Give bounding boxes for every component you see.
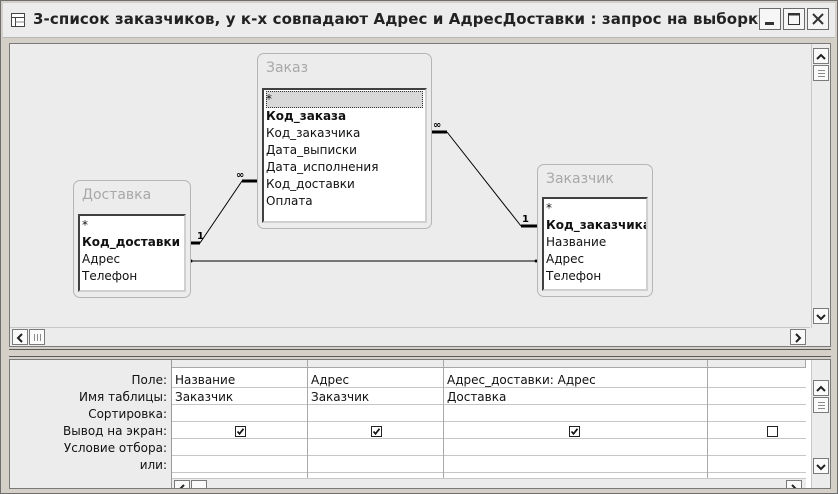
grid-col1-show-checkbox[interactable] [235, 426, 246, 437]
grid-horizontal-scrollbar[interactable] [172, 478, 806, 488]
grid-col2-sort[interactable] [308, 407, 442, 422]
checkmark-icon [236, 428, 245, 436]
maximize-button[interactable] [783, 8, 805, 30]
minimize-icon [765, 22, 774, 25]
checkmark-icon [570, 428, 579, 436]
field-zakaz-all[interactable]: * [266, 91, 423, 108]
field-zakaz-kod-dostavki[interactable]: Код_доставки [266, 176, 423, 193]
grid-horizontal-scroll-thumb[interactable] [191, 480, 207, 488]
grid-col2-table[interactable]: Заказчик [308, 390, 369, 404]
query-window: 3-список заказчиков, у к-х совпадают Адр… [0, 0, 838, 494]
grid-row-labels: Поле: Имя таблицы: Сортировка: Вывод на … [10, 360, 172, 488]
field-zakazchik-telefon[interactable]: Телефон [546, 268, 644, 285]
field-zakazchik-adres[interactable]: Адрес [546, 251, 644, 268]
close-icon [812, 13, 824, 25]
window-title: 3-список заказчиков, у к-х совпадают Адр… [33, 10, 769, 28]
grid-scroll-down-button[interactable] [813, 458, 829, 474]
pane-splitter[interactable] [9, 349, 831, 357]
join-one-label-2: 1 [522, 214, 529, 225]
grid-col3-table[interactable]: Доставка [444, 390, 506, 404]
query-icon [11, 12, 25, 27]
relationship-pane[interactable]: 1 ∞ ∞ 1 Заказ * Код_заказа Код_заказчика… [9, 43, 831, 347]
grid-col3-sort[interactable] [444, 407, 706, 422]
horizontal-scroll-thumb[interactable] [29, 329, 45, 345]
upper-vertical-scrollbar[interactable] [811, 44, 830, 328]
field-zakaz-oplata[interactable]: Оплата [266, 193, 423, 210]
column-selector-3[interactable] [444, 360, 708, 368]
grid-scroll-up-button[interactable] [813, 380, 829, 396]
maximize-icon [788, 13, 800, 25]
vertical-scroll-thumb[interactable] [813, 65, 829, 81]
row-label-criteria: Условие отбора: [63, 441, 167, 455]
arrow-up-icon [816, 53, 826, 60]
field-zakazchik-nazvanie[interactable]: Название [546, 234, 644, 251]
close-button[interactable] [807, 8, 829, 30]
arrow-left-icon [16, 333, 23, 343]
checkmark-icon [372, 428, 381, 436]
join-many-label: ∞ [236, 170, 244, 181]
grid-col4-table[interactable] [708, 390, 804, 405]
design-grid[interactable]: Поле: Имя таблицы: Сортировка: Вывод на … [9, 359, 831, 489]
join-line-zakaz-zakazchik[interactable] [446, 131, 522, 227]
table-zakazchik-title: Заказчик [546, 171, 614, 187]
grid-col3-show-checkbox[interactable] [569, 426, 580, 437]
scroll-left-button[interactable] [12, 329, 28, 345]
field-zakaz-kod-zakazchika[interactable]: Код_заказчика [266, 125, 423, 142]
column-selector-2[interactable] [308, 360, 444, 368]
row-label-or: или: [139, 458, 167, 472]
grid-col2-field[interactable]: Адрес [308, 373, 349, 387]
arrow-down-icon [816, 464, 826, 471]
table-zakaz-fields[interactable]: * Код_заказа Код_заказчика Дата_выписки … [262, 88, 427, 223]
grid-col1-table[interactable]: Заказчик [172, 390, 233, 404]
join-one-label: 1 [197, 231, 204, 242]
table-dostavka-fields[interactable]: * Код_доставки Адрес Телефон [78, 214, 186, 292]
arrow-left-icon [179, 484, 185, 488]
join-many-label-2: ∞ [433, 120, 441, 131]
field-dostavka-telefon[interactable]: Телефон [82, 268, 182, 285]
grid-vertical-scrollbar[interactable] [811, 360, 830, 488]
table-zakazchik-fields[interactable]: * Код_заказчика Название Адрес Телефон [542, 197, 648, 291]
field-dostavka-kod-dostavki[interactable]: Код_доставки [82, 234, 182, 251]
join-line-dostavka-zakaz[interactable] [199, 180, 243, 244]
row-label-field: Поле: [131, 373, 167, 387]
table-dostavka[interactable]: Доставка * Код_доставки Адрес Телефон [73, 180, 191, 298]
grid-col1-sort[interactable] [172, 407, 306, 422]
upper-horizontal-scrollbar[interactable] [10, 327, 810, 346]
field-zakaz-kod-zakaza[interactable]: Код_заказа [266, 108, 423, 125]
grid-scroll-right-button[interactable] [786, 480, 802, 488]
arrow-down-icon [816, 314, 826, 321]
grid-col4-show-checkbox[interactable] [767, 426, 778, 437]
row-label-table: Имя таблицы: [79, 390, 167, 404]
table-zakaz[interactable]: Заказ * Код_заказа Код_заказчика Дата_вы… [257, 53, 432, 229]
grid-col2-show-checkbox[interactable] [371, 426, 382, 437]
grid-col4-field[interactable] [708, 373, 804, 388]
field-zakazchik-kod-zakazchika[interactable]: Код_заказчика [546, 217, 646, 234]
scroll-down-button[interactable] [813, 308, 829, 324]
arrow-right-icon [791, 484, 797, 488]
table-zakazchik[interactable]: Заказчик * Код_заказчика Название Адрес … [537, 164, 653, 297]
column-selector-4[interactable] [708, 360, 806, 368]
grid-vertical-scroll-thumb[interactable] [813, 397, 829, 413]
column-selector-1[interactable] [172, 360, 308, 368]
arrow-up-icon [816, 385, 826, 392]
grid-scroll-left-button[interactable] [174, 480, 190, 488]
minimize-button[interactable] [759, 8, 781, 30]
grid-col3-field[interactable]: Адрес_доставки: Адрес [444, 373, 596, 387]
grid-col1-field[interactable]: Название [172, 373, 235, 387]
row-label-show: Вывод на экран: [63, 424, 167, 438]
field-dostavka-adres[interactable]: Адрес [82, 251, 182, 268]
scroll-right-button[interactable] [790, 329, 806, 345]
field-dostavka-all[interactable]: * [82, 217, 182, 234]
title-bar[interactable]: 3-список заказчиков, у к-х совпадают Адр… [3, 3, 835, 38]
field-zakaz-data-ispolneniya[interactable]: Дата_исполнения [266, 159, 423, 176]
table-zakaz-title: Заказ [266, 60, 309, 76]
field-zakaz-data-vypiski[interactable]: Дата_выписки [266, 142, 423, 159]
table-dostavka-title: Доставка [82, 187, 152, 203]
field-zakazchik-all[interactable]: * [546, 200, 644, 217]
row-label-sort: Сортировка: [88, 407, 167, 421]
arrow-right-icon [795, 333, 802, 343]
scroll-up-button[interactable] [813, 48, 829, 64]
